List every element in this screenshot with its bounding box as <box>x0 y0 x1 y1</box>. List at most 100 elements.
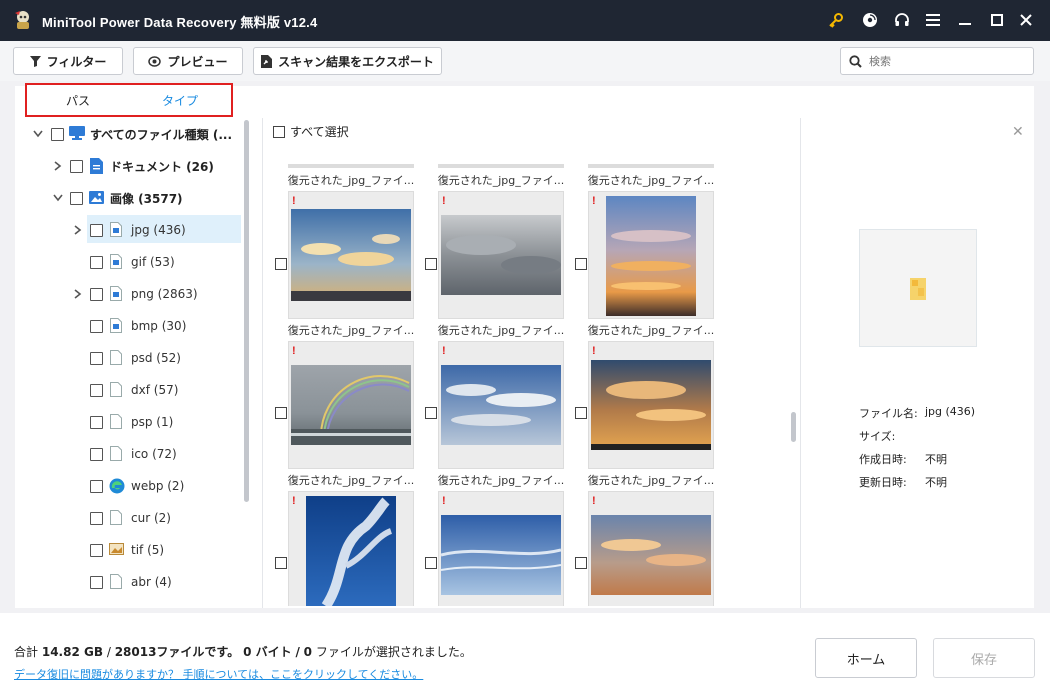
checkbox[interactable] <box>70 191 83 205</box>
tree-item-documents[interactable]: ドキュメント (26) <box>20 152 242 180</box>
warning-icon: ! <box>592 495 596 507</box>
file-thumbnail[interactable]: ! <box>438 191 564 319</box>
tree-item-jpg-row[interactable]: jpg (436) <box>20 216 242 244</box>
blue-file-icon <box>110 254 124 270</box>
detail-created-label: 作成日時: <box>859 453 907 466</box>
file-checkbox[interactable] <box>575 557 587 569</box>
tree-item-psd[interactable]: psd (52) <box>20 344 242 372</box>
checkbox[interactable] <box>51 127 64 141</box>
preview-label: プレビュー <box>167 54 228 69</box>
tree-item-gif[interactable]: gif (53) <box>20 248 242 276</box>
preview-placeholder-icon <box>910 278 926 300</box>
tree-item-abr[interactable]: abr (4) <box>20 568 242 596</box>
blank-file-icon <box>110 510 124 526</box>
chevron-down-icon[interactable] <box>33 129 43 139</box>
card-edge <box>438 164 564 168</box>
search-box[interactable] <box>840 47 1034 75</box>
filter-button[interactable]: フィルター <box>13 47 123 75</box>
blue-file-icon <box>110 318 124 334</box>
tab-path[interactable]: パス <box>27 92 129 109</box>
divider <box>800 118 801 608</box>
file-thumbnail[interactable]: ! <box>438 341 564 469</box>
chevron-right-icon[interactable] <box>73 225 83 235</box>
grid-scrollbar[interactable] <box>791 412 796 442</box>
tree-item-png[interactable]: png (2863) <box>20 280 242 308</box>
chevron-down-icon[interactable] <box>53 193 63 203</box>
file-checkbox[interactable] <box>275 557 287 569</box>
checkbox[interactable] <box>90 479 103 493</box>
file-checkbox[interactable] <box>575 258 587 270</box>
tree-item-cur[interactable]: cur (2) <box>20 504 242 532</box>
tree-label: psp (1) <box>131 415 174 429</box>
file-caption: 復元された_jpg_ファイ... <box>437 474 565 487</box>
thumbnail-grid: 復元された_jpg_ファイ... 復元された_jpg_ファイ... 復元された_… <box>268 118 798 606</box>
file-thumbnail[interactable]: ! <box>588 191 714 319</box>
file-checkbox[interactable] <box>575 407 587 419</box>
thumbnail-image <box>441 515 561 595</box>
blue-file-icon <box>110 222 124 238</box>
file-checkbox[interactable] <box>275 258 287 270</box>
checkbox[interactable] <box>90 511 103 525</box>
checkbox[interactable] <box>90 415 103 429</box>
checkbox[interactable] <box>90 447 103 461</box>
file-checkbox[interactable] <box>425 407 437 419</box>
menu-icon[interactable] <box>921 8 945 32</box>
tree-label: png (2863) <box>131 287 198 301</box>
file-thumbnail[interactable]: ! <box>288 491 414 606</box>
file-checkbox[interactable] <box>425 258 437 270</box>
thumbnail-image <box>306 496 396 606</box>
file-thumbnail[interactable]: ! <box>588 341 714 469</box>
blank-file-icon <box>110 446 124 462</box>
close-preview-icon[interactable]: ✕ <box>1012 124 1024 140</box>
tree-item-bmp[interactable]: bmp (30) <box>20 312 242 340</box>
detail-name-value: jpg (436) <box>925 405 976 418</box>
file-checkbox[interactable] <box>275 407 287 419</box>
tree-scrollbar[interactable] <box>244 120 249 502</box>
preview-button[interactable]: プレビュー <box>133 47 243 75</box>
headset-icon[interactable] <box>890 8 914 32</box>
minimize-icon[interactable] <box>953 8 977 32</box>
checkbox[interactable] <box>90 383 103 397</box>
checkbox[interactable] <box>70 159 83 173</box>
preview-image <box>859 229 977 347</box>
close-icon[interactable] <box>1014 8 1038 32</box>
checkbox[interactable] <box>90 287 103 301</box>
tree-item-webp[interactable]: webp (2) <box>20 472 242 500</box>
tree-item-all-types[interactable]: すべてのファイル種類 (... <box>20 120 242 148</box>
tab-type[interactable]: タイプ <box>129 92 231 109</box>
checkbox[interactable] <box>90 319 103 333</box>
maximize-icon[interactable] <box>985 8 1009 32</box>
tree-item-images[interactable]: 画像 (3577) <box>20 184 242 212</box>
blank-file-icon <box>110 382 124 398</box>
file-thumbnail[interactable]: ! <box>588 491 714 606</box>
home-button[interactable]: ホーム <box>815 638 917 678</box>
tree-label: gif (53) <box>131 255 175 269</box>
file-thumbnail[interactable]: ! <box>288 191 414 319</box>
file-thumbnail[interactable]: ! <box>288 341 414 469</box>
tree-item-ico[interactable]: ico (72) <box>20 440 242 468</box>
detail-size-label: サイズ: <box>859 430 896 443</box>
thumbnail-image <box>441 365 561 445</box>
file-checkbox[interactable] <box>425 557 437 569</box>
chevron-right-icon[interactable] <box>53 161 63 171</box>
selected-suffix: ファイルが選択されました。 <box>315 645 472 659</box>
file-thumbnail[interactable]: ! <box>438 491 564 606</box>
key-icon[interactable] <box>824 8 848 32</box>
help-link[interactable]: データ復旧に問題がありますか？ 手順については、ここをクリックしてください。 <box>14 666 423 682</box>
disc-icon[interactable] <box>858 8 882 32</box>
checkbox[interactable] <box>90 575 103 589</box>
checkbox[interactable] <box>90 351 103 365</box>
checkbox[interactable] <box>90 543 103 557</box>
search-input[interactable] <box>869 52 1025 70</box>
export-button[interactable]: スキャン結果をエクスポート <box>253 47 442 75</box>
tree-item-psp[interactable]: psp (1) <box>20 408 242 436</box>
save-button[interactable]: 保存 <box>933 638 1035 678</box>
file-caption: 復元された_jpg_ファイ... <box>437 324 565 337</box>
tree-item-dxf[interactable]: dxf (57) <box>20 376 242 404</box>
tree-item-tif[interactable]: tif (5) <box>20 536 242 564</box>
chevron-right-icon[interactable] <box>73 289 83 299</box>
title-bar: MiniTool Power Data Recovery 無料版 v12.4 <box>0 0 1050 41</box>
checkbox[interactable] <box>90 223 103 237</box>
tree-label: bmp (30) <box>131 319 187 333</box>
checkbox[interactable] <box>90 255 103 269</box>
